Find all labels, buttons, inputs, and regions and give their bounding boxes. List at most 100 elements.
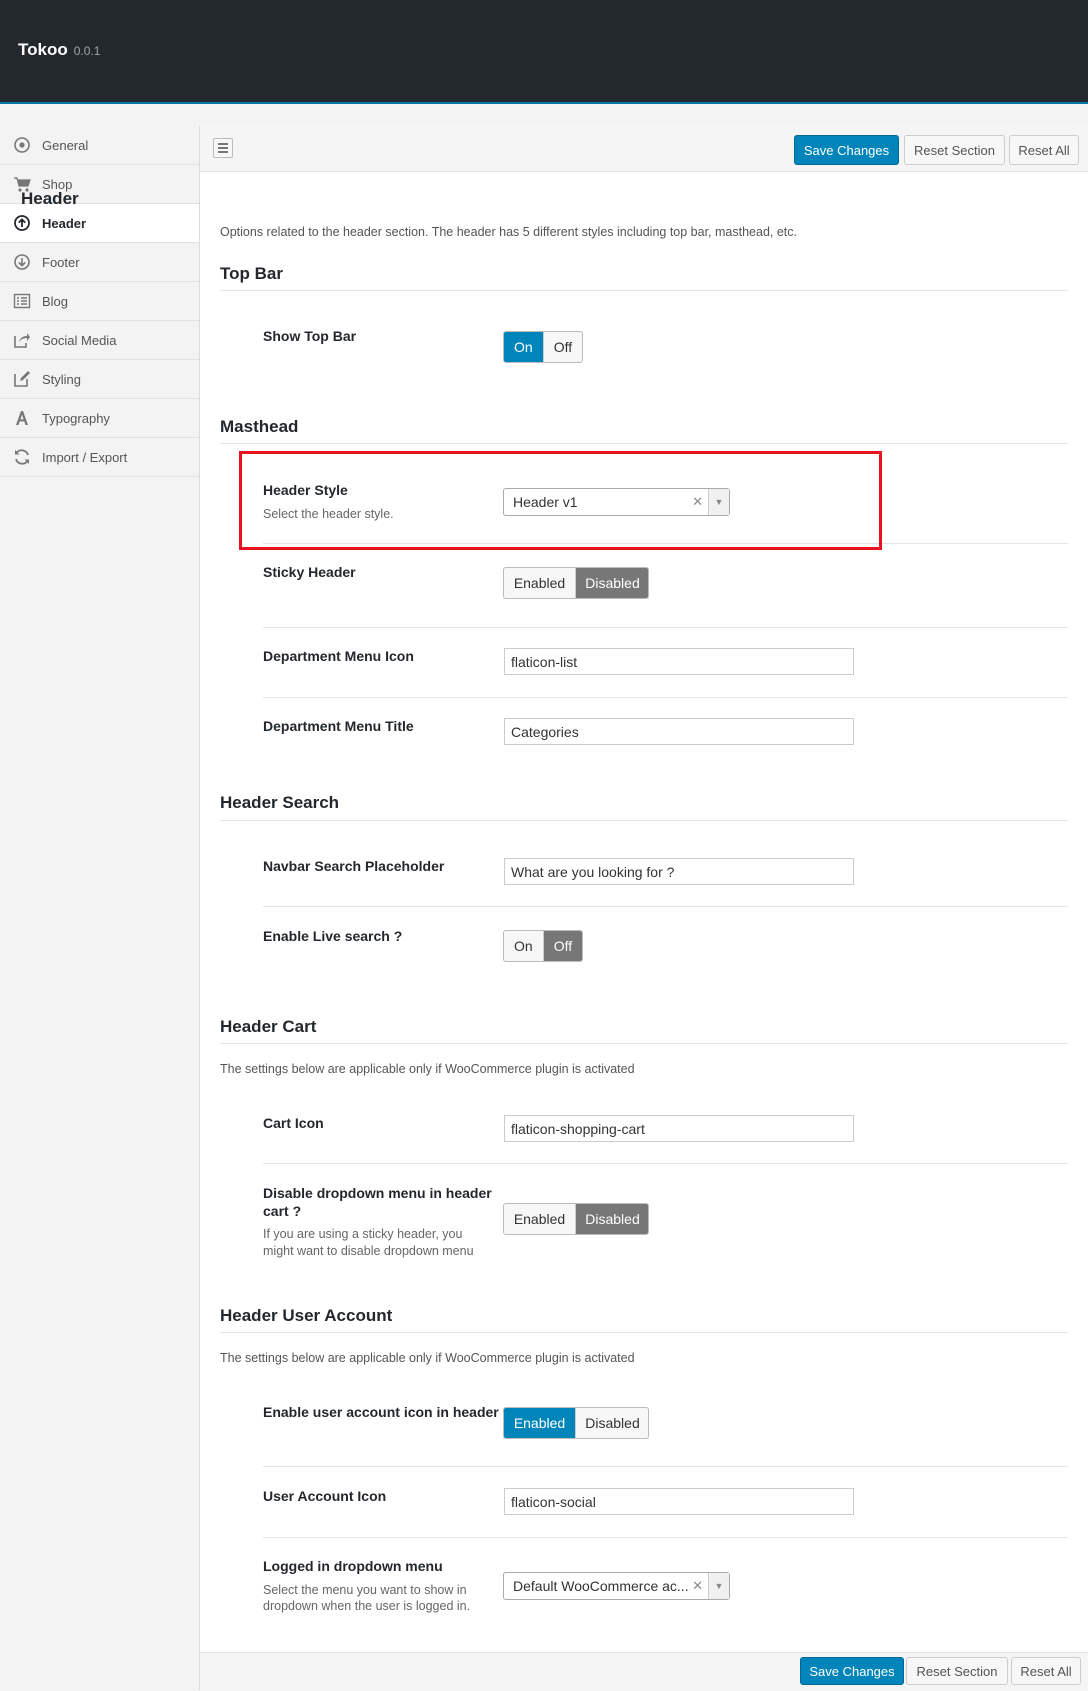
reset-section-button[interactable]: Reset Section <box>904 135 1005 165</box>
field-divider <box>263 697 1068 698</box>
chevron-down-icon[interactable]: ▼ <box>708 489 729 515</box>
app-version: 0.0.1 <box>73 44 101 58</box>
reset-section-button[interactable]: Reset Section <box>906 1657 1008 1685</box>
top-action-bar: Save Changes Reset Section Reset All <box>200 126 1088 172</box>
show-top-bar-toggle: On Off <box>503 331 583 363</box>
show-top-bar-off-button[interactable]: Off <box>542 332 582 362</box>
admin-topbar: Tokoo 0.0.1 <box>0 0 1088 104</box>
app-brand: Tokoo 0.0.1 <box>18 40 100 60</box>
live-search-label: Enable Live search ? <box>263 928 403 944</box>
field-divider <box>263 543 1068 544</box>
user-account-icon-label: User Account Icon <box>263 1488 387 1504</box>
live-search-toggle: On Off <box>503 930 583 962</box>
cart-icon-label: Cart Icon <box>263 1115 324 1131</box>
font-icon <box>12 408 32 428</box>
top-bar-section-title: Top Bar <box>220 264 283 283</box>
enable-user-account-icon-toggle: Enabled Disabled <box>503 1407 649 1439</box>
field-divider <box>263 1466 1068 1467</box>
disable-dropdown-label-line2: cart ? <box>263 1203 302 1219</box>
field-divider <box>263 1537 1068 1538</box>
masthead-section-title: Masthead <box>220 417 299 436</box>
sidebar-item-typography[interactable]: Typography <box>0 399 199 438</box>
header-section-description: Options related to the header section. T… <box>220 225 797 239</box>
reset-all-button[interactable]: Reset All <box>1009 135 1079 165</box>
refresh-icon <box>12 447 32 467</box>
save-changes-button[interactable]: Save Changes <box>800 1657 904 1685</box>
header-style-description: Select the header style. <box>263 507 394 521</box>
sidebar-item-label: Typography <box>42 410 110 426</box>
disable-dropdown-toggle: Enabled Disabled <box>503 1203 649 1235</box>
disable-dropdown-desc-line1: If you are using a sticky header, you <box>263 1227 463 1241</box>
header-cart-section-title: Header Cart <box>220 1017 317 1036</box>
user-account-icon-input[interactable] <box>504 1488 854 1515</box>
logged-in-dropdown-label: Logged in dropdown menu <box>263 1558 443 1574</box>
section-divider <box>220 443 1068 444</box>
sidebar-item-label: Import / Export <box>42 449 128 465</box>
sticky-header-enabled-button[interactable]: Enabled <box>504 568 575 598</box>
header-style-label: Header Style <box>263 482 348 498</box>
department-menu-title-label: Department Menu Title <box>263 718 414 734</box>
sticky-header-disabled-button[interactable]: Disabled <box>575 568 648 598</box>
field-divider <box>263 1163 1068 1164</box>
sidebar-item-import-export[interactable]: Import / Export <box>0 438 199 477</box>
header-style-value: Header v1 <box>513 494 578 510</box>
bottom-action-bar: Save Changes Reset Section Reset All <box>200 1652 1088 1691</box>
disable-dropdown-label-line1: Disable dropdown menu in header <box>263 1185 492 1201</box>
expand-options-button[interactable] <box>213 138 233 158</box>
section-divider <box>220 1332 1068 1333</box>
sidebar-item-styling[interactable]: Styling <box>0 360 199 399</box>
sidebar-item-label: Styling <box>42 371 82 387</box>
logged-in-dropdown-desc-line2: dropdown when the user is logged in. <box>263 1599 471 1613</box>
arrow-up-circle-icon <box>12 213 32 233</box>
clear-icon[interactable]: ✕ <box>692 1578 703 1594</box>
list-icon <box>12 291 32 311</box>
sticky-header-toggle: Enabled Disabled <box>503 567 649 599</box>
live-search-on-button[interactable]: On <box>504 931 543 961</box>
department-menu-title-input[interactable] <box>504 718 854 745</box>
logged-in-dropdown-value: Default WooCommerce ac... <box>513 1578 688 1594</box>
sidebar-item-label: Header <box>42 215 87 231</box>
show-top-bar-on-button[interactable]: On <box>504 332 543 362</box>
share-icon <box>12 330 32 350</box>
edit-icon <box>12 369 32 389</box>
cart-icon-input[interactable] <box>504 1115 854 1142</box>
sidebar-item-label: Footer <box>42 254 80 270</box>
logged-in-dropdown-desc-line1: Select the menu you want to show in <box>263 1583 467 1597</box>
live-search-off-button[interactable]: Off <box>542 931 582 961</box>
sidebar-item-social-media[interactable]: Social Media <box>0 321 199 360</box>
show-top-bar-label: Show Top Bar <box>263 328 357 344</box>
department-menu-icon-label: Department Menu Icon <box>263 648 414 664</box>
clear-icon[interactable]: ✕ <box>692 494 703 510</box>
navbar-search-placeholder-input[interactable] <box>504 858 854 885</box>
arrow-down-circle-icon <box>12 252 32 272</box>
user-account-icon-enabled-button[interactable]: Enabled <box>504 1408 575 1438</box>
sidebar-item-label: General <box>42 137 89 153</box>
sidebar-item-label: Social Media <box>42 332 117 348</box>
user-account-icon-disabled-button[interactable]: Disabled <box>575 1408 648 1438</box>
save-changes-button[interactable]: Save Changes <box>794 135 899 165</box>
disable-dropdown-desc-line2: might want to disable dropdown menu <box>263 1244 474 1258</box>
header-style-select[interactable]: Header v1 ✕ ▼ <box>503 488 730 516</box>
sidebar-item-label: Blog <box>42 293 69 309</box>
logged-in-dropdown-select[interactable]: Default WooCommerce ac... ✕ ▼ <box>503 1572 730 1600</box>
header-search-section-title: Header Search <box>220 793 340 812</box>
department-menu-icon-input[interactable] <box>504 648 854 675</box>
header-cart-description: The settings below are applicable only i… <box>220 1062 635 1076</box>
disable-dropdown-disabled-button[interactable]: Disabled <box>575 1204 648 1234</box>
section-divider <box>220 1043 1068 1044</box>
sidebar-item-general[interactable]: General <box>0 126 199 165</box>
section-divider <box>220 820 1068 821</box>
reset-all-button[interactable]: Reset All <box>1011 1657 1081 1685</box>
sidebar-item-header[interactable]: Header <box>0 204 199 243</box>
options-panel: Save Changes Reset Section Reset All <box>199 126 1088 1690</box>
enable-user-account-icon-label: Enable user account icon in header ? <box>263 1404 512 1420</box>
section-divider <box>220 290 1068 291</box>
header-user-account-section-title: Header User Account <box>220 1306 393 1325</box>
chevron-down-icon[interactable]: ▼ <box>708 1573 729 1599</box>
disable-dropdown-enabled-button[interactable]: Enabled <box>504 1204 575 1234</box>
header-section-title: Header <box>21 189 79 208</box>
sidebar-item-blog[interactable]: Blog <box>0 282 199 321</box>
sidebar-item-footer[interactable]: Footer <box>0 243 199 282</box>
field-divider <box>263 906 1068 907</box>
header-user-account-description: The settings below are applicable only i… <box>220 1351 635 1365</box>
